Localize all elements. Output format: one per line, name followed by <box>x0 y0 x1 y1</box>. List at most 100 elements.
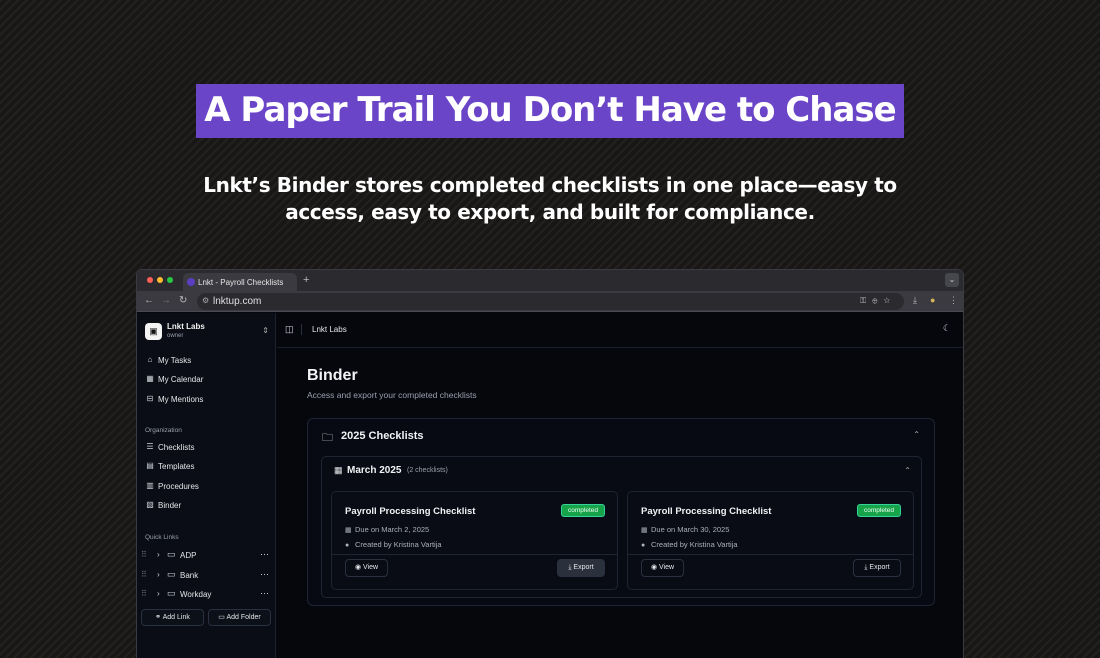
quick-link-label: Workday <box>180 590 212 599</box>
kebab-menu-icon[interactable]: ⋮ <box>949 295 958 306</box>
folder-icon: ▭ <box>167 549 176 559</box>
sidebar-item-checklists[interactable]: ☰ Checklists <box>145 440 269 456</box>
download-icon: ⤓ <box>568 564 572 571</box>
book-icon: ▥ <box>146 481 154 490</box>
export-label: Export <box>573 564 594 571</box>
breadcrumb-divider <box>301 324 302 335</box>
more-horizontal-icon[interactable]: ⋯ <box>260 549 269 560</box>
eye-icon: ◉ <box>354 564 362 571</box>
breadcrumb[interactable]: Lnkt Labs <box>312 325 347 334</box>
quick-link-label: ADP <box>180 551 197 560</box>
sidebar-item-my-calendar[interactable]: ▦ My Calendar <box>145 372 269 388</box>
download-icon[interactable]: ⤓ <box>913 295 917 306</box>
sidebar-item-templates[interactable]: ▤ Templates <box>145 459 269 475</box>
created-by: Created by Kristina Vartija <box>651 540 738 549</box>
app-shell: ▣ Lnkt Labs owner ⇕ ⌂ My Tasks ▦ My Cale… <box>137 313 963 658</box>
export-button[interactable]: ⤓ Export <box>557 559 605 577</box>
sidebar-item-my-mentions[interactable]: ⊟ My Mentions <box>145 392 269 408</box>
reload-icon[interactable]: ↻ <box>179 295 187 306</box>
chevrons-up-down-icon: ⇕ <box>262 326 269 335</box>
sidebar-item-my-tasks[interactable]: ⌂ My Tasks <box>145 353 269 369</box>
folder-icon: ▭ <box>167 569 176 579</box>
top-bar: ◫ Lnkt Labs ☾ <box>277 313 963 348</box>
home-icon: ⌂ <box>147 355 153 364</box>
sidebar-item-label: Binder <box>158 501 182 510</box>
hero-headline-wrap: A Paper Trail You Don’t Have to Chase <box>0 84 1100 138</box>
view-label: View <box>659 564 675 571</box>
more-horizontal-icon[interactable]: ⋯ <box>260 588 269 599</box>
export-button[interactable]: ⤓ Export <box>853 559 901 577</box>
drag-handle-icon[interactable]: ⠿ <box>141 589 147 598</box>
hero-headline: A Paper Trail You Don’t Have to Chase <box>196 84 904 138</box>
list-check-icon: ☰ <box>146 442 154 451</box>
maximize-window-icon[interactable] <box>167 277 173 283</box>
quick-link-workday[interactable]: ⠿ › ▭ Workday ⋯ <box>141 586 269 602</box>
add-link-label: Add Link <box>162 614 190 621</box>
back-arrow-icon[interactable]: ← <box>144 295 154 306</box>
due-date-row: ▦ Due on March 2, 2025 <box>345 525 429 534</box>
checklist-card: Payroll Processing Checklist completed ▦… <box>331 491 618 590</box>
drag-handle-icon[interactable]: ⠿ <box>141 550 147 559</box>
view-button[interactable]: ◉ View <box>345 559 388 577</box>
site-info-icon[interactable]: ⚙ <box>202 296 209 305</box>
card-divider <box>332 554 617 555</box>
status-badge: completed <box>857 504 901 517</box>
view-label: View <box>363 564 379 571</box>
year-group-title[interactable]: 2025 Checklists <box>341 430 424 442</box>
more-horizontal-icon[interactable]: ⋯ <box>260 569 269 580</box>
status-badge: completed <box>561 504 605 517</box>
chevron-right-icon[interactable]: › <box>157 589 160 598</box>
favicon-icon <box>187 278 195 286</box>
sidebar-item-label: My Tasks <box>158 356 192 365</box>
forward-arrow-icon[interactable]: → <box>161 295 171 306</box>
chevron-up-icon[interactable]: ⌃ <box>913 430 920 439</box>
sidebar-toggle-icon[interactable]: ◫ <box>285 324 294 335</box>
calendar-icon: ▦ <box>345 527 352 534</box>
new-tab-button[interactable]: + <box>303 274 309 286</box>
sidebar: ▣ Lnkt Labs owner ⇕ ⌂ My Tasks ▦ My Cale… <box>137 313 276 658</box>
chevron-right-icon[interactable]: › <box>157 570 160 579</box>
binder-icon: ▧ <box>146 500 154 509</box>
created-by: Created by Kristina Vartija <box>355 540 442 549</box>
chevron-up-icon[interactable]: ⌃ <box>904 466 911 475</box>
browser-tab[interactable]: Lnkt - Payroll Checklists <box>183 273 297 291</box>
download-icon: ⤓ <box>864 564 868 571</box>
org-switcher[interactable]: ▣ Lnkt Labs owner ⇕ <box>145 321 269 343</box>
browser-tab-bar: Lnkt - Payroll Checklists + ⌄ <box>137 270 963 291</box>
profile-avatar-icon[interactable]: ● <box>930 295 935 305</box>
briefcase-icon: ▣ <box>145 323 162 340</box>
calendar-icon: ▦ <box>334 465 343 475</box>
url-field[interactable]: ⚙ lnktup.com ⚿⊕☆ <box>197 293 904 310</box>
moon-icon[interactable]: ☾ <box>943 323 951 334</box>
add-folder-button[interactable]: ▭ Add Folder <box>208 609 271 626</box>
chevron-right-icon[interactable]: › <box>157 550 160 559</box>
page-subtitle: Access and export your completed checkli… <box>307 390 477 400</box>
due-date: Due on March 30, 2025 <box>651 525 730 534</box>
quick-link-bank[interactable]: ⠿ › ▭ Bank ⋯ <box>141 567 269 583</box>
sidebar-item-label: Templates <box>158 462 195 471</box>
tab-search-chevron-icon[interactable]: ⌄ <box>945 273 959 287</box>
add-folder-label: Add Folder <box>226 614 261 621</box>
card-divider <box>628 554 913 555</box>
calendar-icon: ▦ <box>146 374 154 383</box>
sidebar-item-procedures[interactable]: ▥ Procedures <box>145 479 269 495</box>
url-tools-icons[interactable]: ⚿⊕☆ <box>860 296 896 306</box>
due-date-row: ▦ Due on March 30, 2025 <box>641 525 729 534</box>
sidebar-item-binder[interactable]: ▧ Binder <box>145 498 269 514</box>
quick-link-adp[interactable]: ⠿ › ▭ ADP ⋯ <box>141 547 269 563</box>
drag-handle-icon[interactable]: ⠿ <box>141 570 147 579</box>
browser-window: Lnkt - Payroll Checklists + ⌄ ← → ↻ ⚙ ln… <box>136 269 964 658</box>
minimize-window-icon[interactable] <box>157 277 163 283</box>
created-by-row: ● Created by Kristina Vartija <box>641 540 738 549</box>
month-group-title[interactable]: March 2025 <box>347 465 401 476</box>
link-icon: ⚭ <box>155 614 162 621</box>
quick-links-section-label: Quick Links <box>145 534 179 541</box>
export-label: Export <box>869 564 890 571</box>
quick-link-label: Bank <box>180 571 199 580</box>
page-title: Binder <box>307 367 358 384</box>
folder-open-icon: 🗀 <box>322 432 333 444</box>
add-link-button[interactable]: ⚭ Add Link <box>141 609 204 626</box>
close-window-icon[interactable] <box>147 277 153 283</box>
view-button[interactable]: ◉ View <box>641 559 684 577</box>
tab-title: Lnkt - Payroll Checklists <box>198 278 284 287</box>
